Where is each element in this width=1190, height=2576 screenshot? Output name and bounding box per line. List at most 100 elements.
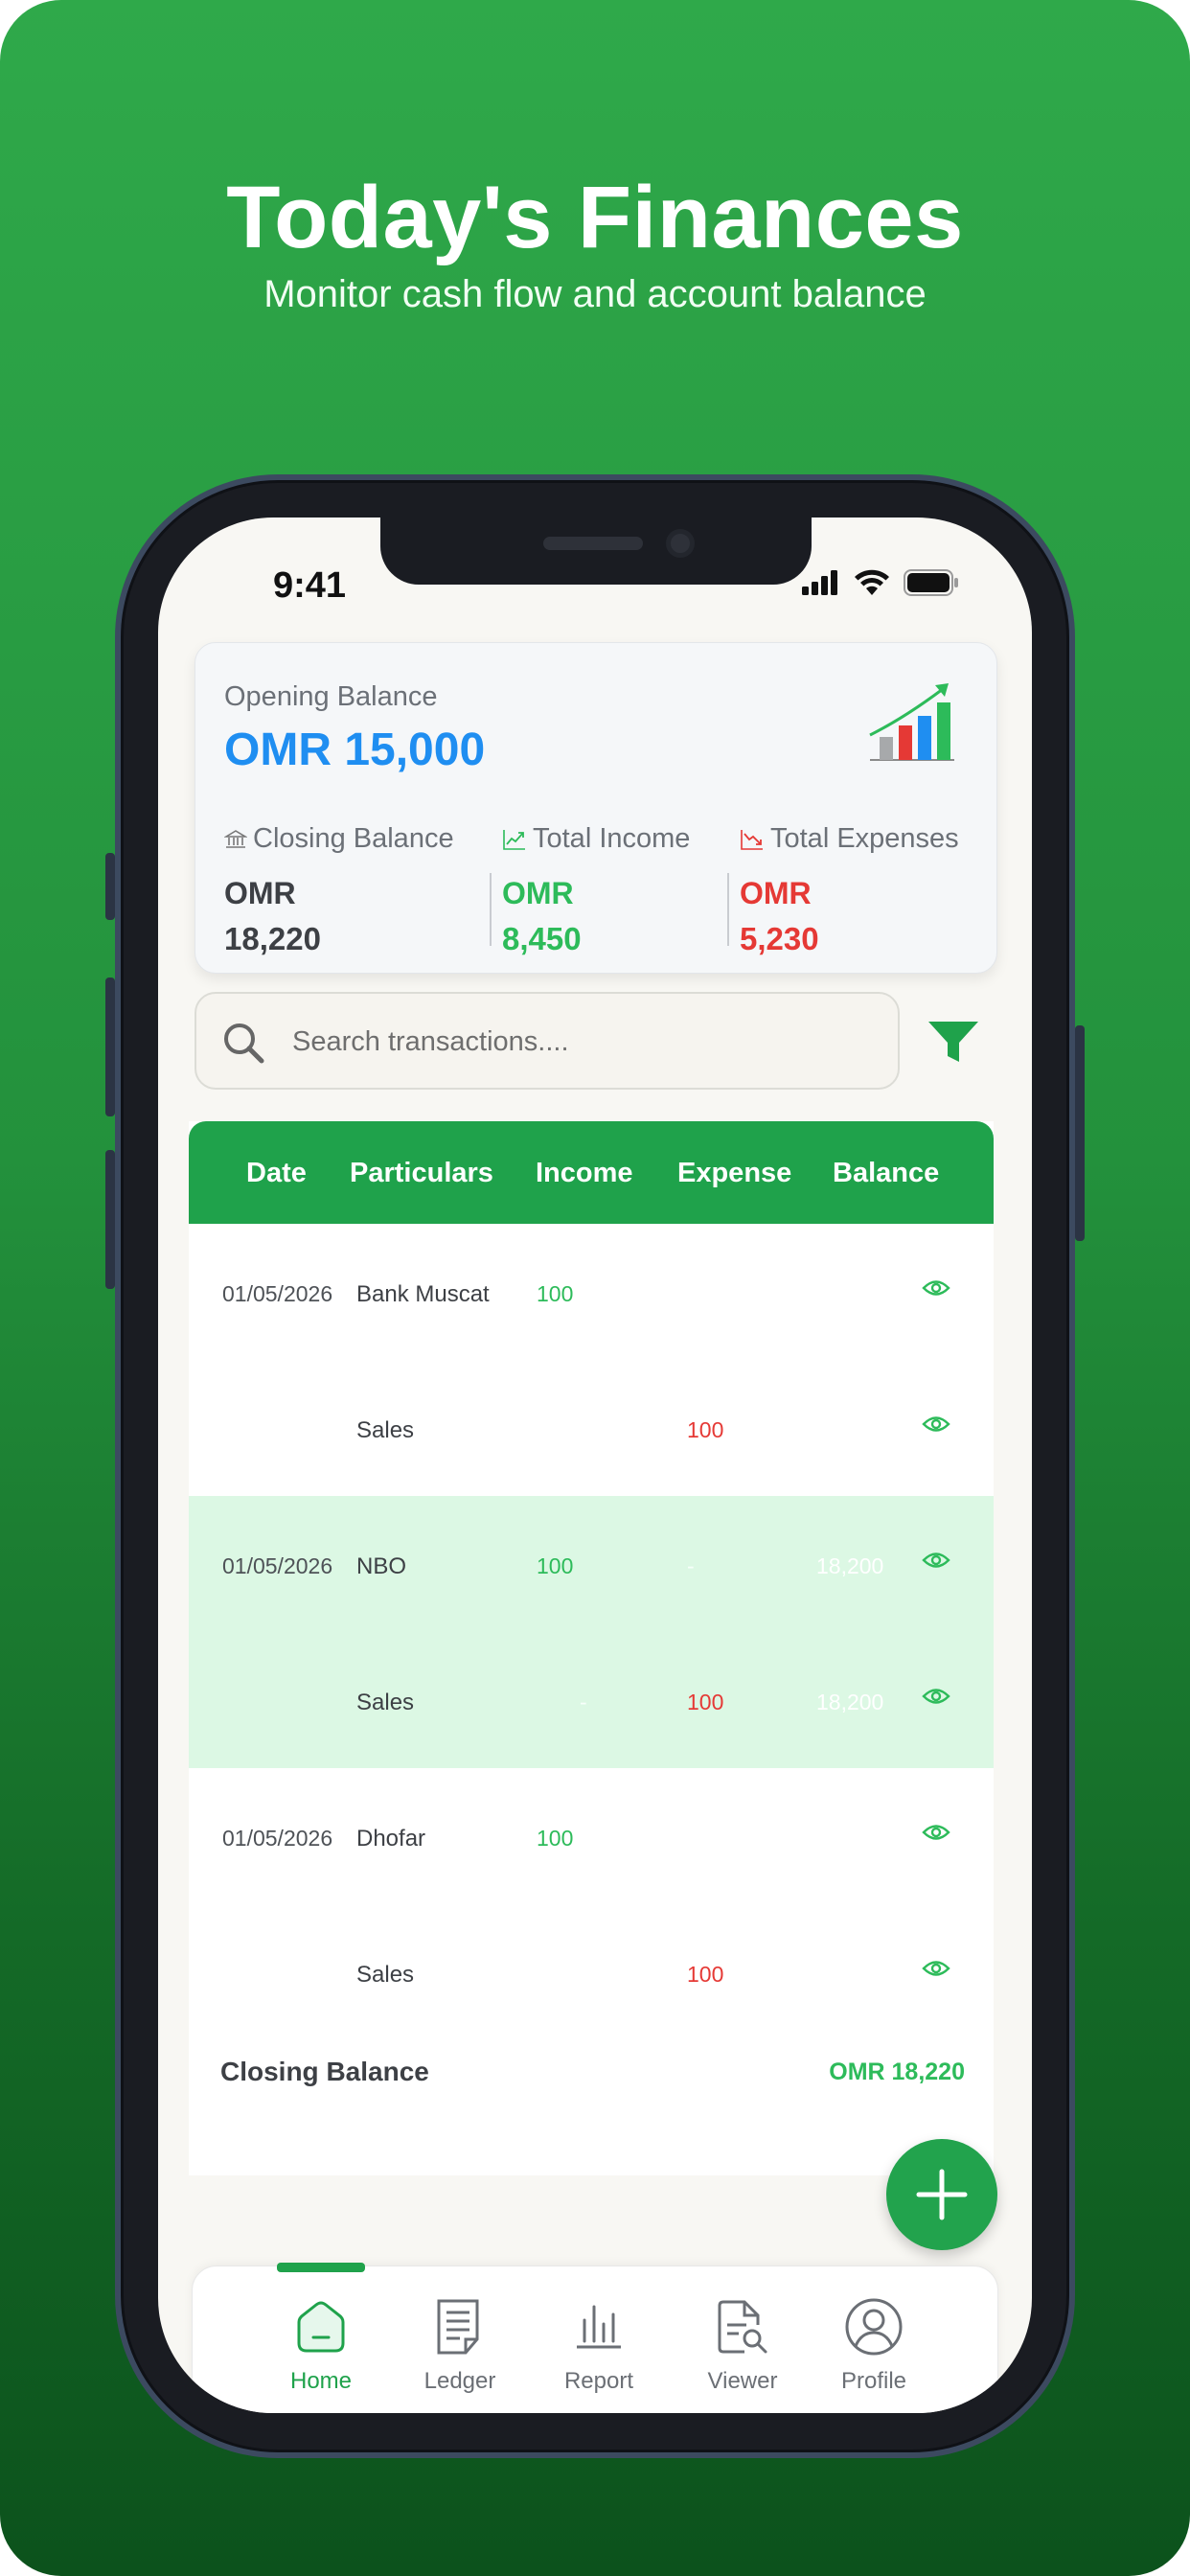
- row-expense: 100: [687, 1417, 724, 1442]
- total-expenses-stat: Total Expenses OMR 5,230: [740, 823, 959, 957]
- total-income-amount: 8,450: [502, 921, 582, 956]
- row-particulars: Dhofar: [356, 1826, 426, 1852]
- view-eye-icon[interactable]: [922, 1277, 950, 1299]
- hero-subtitle: Monitor cash flow and account balance: [263, 273, 927, 315]
- wifi-icon: [855, 569, 889, 595]
- row-balance: 18,200: [816, 1553, 884, 1578]
- trend-up-icon: [503, 829, 525, 850]
- stat-divider: [490, 873, 492, 946]
- search-input[interactable]: [292, 1017, 867, 1067]
- balance-summary-card: Opening Balance OMR 15,000 Closing Balan…: [195, 642, 997, 974]
- phone-notch: [380, 518, 812, 585]
- nav-profile-label: Profile: [840, 2368, 907, 2394]
- active-tab-indicator: [277, 2263, 365, 2272]
- bank-icon: [224, 829, 247, 848]
- total-income-stat: Total Income OMR 8,450: [502, 823, 690, 957]
- opening-balance-value: OMR 15,000: [224, 724, 486, 775]
- plus-icon: [916, 2169, 968, 2220]
- row-expense: -: [687, 1553, 695, 1578]
- phone-power-button: [1075, 1025, 1085, 1241]
- view-eye-icon[interactable]: [922, 1958, 950, 1979]
- nav-home[interactable]: Home: [263, 2293, 378, 2395]
- nav-ledger-label: Ledger: [423, 2368, 496, 2394]
- header-balance[interactable]: Balance: [833, 1158, 939, 1189]
- report-icon: [577, 2305, 621, 2349]
- transactions-table: Date Particulars Income Expense Balance …: [189, 1121, 994, 2175]
- closing-balance-label: Closing Balance: [253, 823, 454, 854]
- search-icon: [224, 1024, 264, 1064]
- total-expenses-label: Total Expenses: [770, 823, 959, 854]
- row-balance: 18,200: [816, 1690, 884, 1714]
- row-expense: 100: [687, 1690, 724, 1714]
- trend-down-icon: [741, 829, 763, 850]
- bottom-navigation: Home Ledger Report Viewer Profile: [192, 2263, 998, 2413]
- table-row[interactable]: Sales 100: [189, 1904, 994, 2040]
- phone-screen: 9:41 Opening Balance OMR 15,000 Closing …: [158, 518, 1032, 2413]
- battery-icon: [904, 569, 958, 596]
- closing-balance-value: OMR 18,220: [829, 2058, 965, 2085]
- row-income: 100: [537, 1826, 574, 1851]
- view-eye-icon[interactable]: [922, 1414, 950, 1435]
- status-time: 9:41: [273, 565, 347, 606]
- closing-balance-currency: OMR: [224, 876, 296, 910]
- view-eye-icon[interactable]: [922, 1550, 950, 1571]
- row-income: 100: [537, 1281, 574, 1306]
- header-expense[interactable]: Expense: [677, 1158, 791, 1189]
- header-date[interactable]: Date: [246, 1158, 307, 1189]
- hero-title: Today's Finances: [226, 169, 964, 266]
- nav-profile[interactable]: Profile: [816, 2293, 931, 2395]
- row-particulars: Sales: [356, 1417, 415, 1443]
- view-eye-icon[interactable]: [922, 1822, 950, 1843]
- profile-icon: [845, 2298, 903, 2356]
- header-particulars[interactable]: Particulars: [350, 1158, 493, 1189]
- nav-ledger[interactable]: Ledger: [402, 2293, 517, 2395]
- table-header: Date Particulars Income Expense Balance: [189, 1121, 994, 1224]
- growth-chart-icon: [869, 683, 954, 761]
- total-expenses-amount: 5,230: [740, 921, 819, 956]
- row-date: 01/05/2026: [222, 1281, 333, 1306]
- row-particulars: Sales: [356, 1962, 415, 1988]
- table-row[interactable]: Sales 100: [189, 1360, 994, 1496]
- status-icons: [802, 569, 959, 596]
- nav-home-label: Home: [289, 2368, 353, 2394]
- nav-viewer-label: Viewer: [707, 2368, 778, 2394]
- table-row[interactable]: 01/05/2026 Dhofar 100: [189, 1768, 994, 1904]
- total-income-label: Total Income: [533, 823, 691, 854]
- header-income[interactable]: Income: [536, 1158, 633, 1189]
- front-camera: [666, 529, 695, 558]
- add-transaction-button[interactable]: [886, 2139, 997, 2250]
- closing-balance-stat: Closing Balance OMR 18,220: [224, 823, 454, 957]
- speaker-grille: [543, 537, 643, 550]
- row-particulars: Sales: [356, 1690, 415, 1715]
- row-particulars: Bank Muscat: [356, 1281, 490, 1307]
- row-particulars: NBO: [356, 1553, 407, 1579]
- table-row[interactable]: 01/05/2026 NBO 100 - 18,200: [189, 1496, 994, 1632]
- search-bar[interactable]: [195, 992, 900, 1090]
- nav-report-label: Report: [563, 2368, 634, 2394]
- closing-balance-label: Closing Balance: [220, 2057, 429, 2086]
- table-row[interactable]: Sales - 100 18,200: [189, 1632, 994, 1768]
- phone-volume-down: [105, 1150, 115, 1289]
- row-income: -: [580, 1690, 587, 1714]
- row-income: 100: [537, 1553, 574, 1578]
- cellular-signal-icon: [802, 570, 837, 595]
- viewer-icon: [718, 2300, 767, 2354]
- phone-mute-switch: [105, 853, 115, 920]
- stat-divider: [727, 873, 729, 946]
- closing-balance-row: Closing Balance OMR 18,220: [189, 2051, 994, 2118]
- home-icon: [297, 2301, 345, 2353]
- ledger-icon: [437, 2299, 479, 2355]
- view-eye-icon[interactable]: [922, 1686, 950, 1707]
- closing-balance-amount: 18,220: [224, 921, 321, 956]
- total-expenses-currency: OMR: [740, 876, 812, 910]
- table-row[interactable]: 01/05/2026 Bank Muscat 100: [189, 1224, 994, 1360]
- filter-icon[interactable]: [925, 1016, 982, 1070]
- total-income-currency: OMR: [502, 876, 574, 910]
- opening-balance-label: Opening Balance: [224, 681, 438, 712]
- row-expense: 100: [687, 1962, 724, 1987]
- app-store-banner: Today's Finances Monitor cash flow and a…: [0, 0, 1190, 2576]
- row-date: 01/05/2026: [222, 1553, 333, 1578]
- phone-volume-up: [105, 978, 115, 1116]
- nav-viewer[interactable]: Viewer: [685, 2293, 800, 2395]
- nav-report[interactable]: Report: [541, 2293, 656, 2395]
